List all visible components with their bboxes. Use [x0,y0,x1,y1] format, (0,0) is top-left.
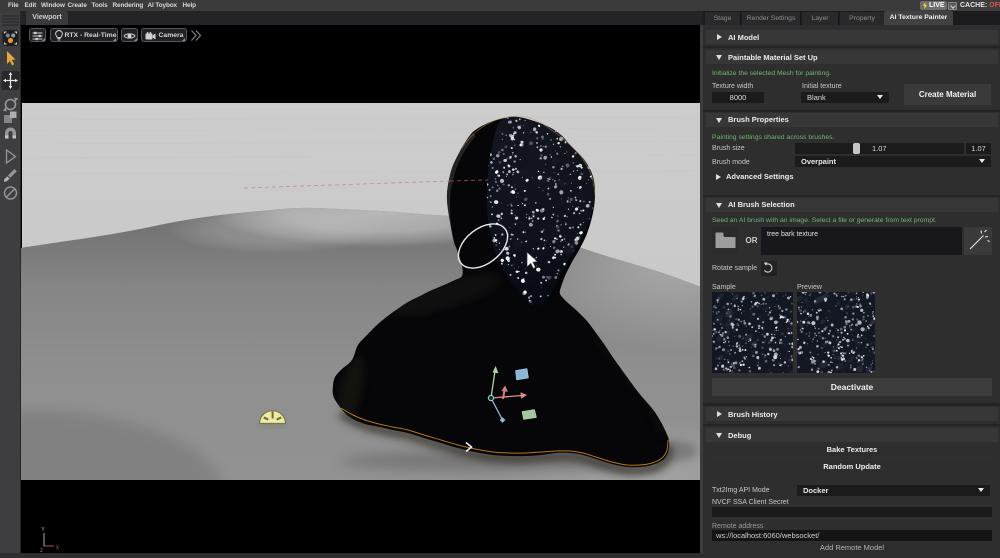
svg-text:x: x [56,545,59,551]
svg-text:z: z [40,548,43,553]
svg-text:Y: Y [41,527,45,533]
